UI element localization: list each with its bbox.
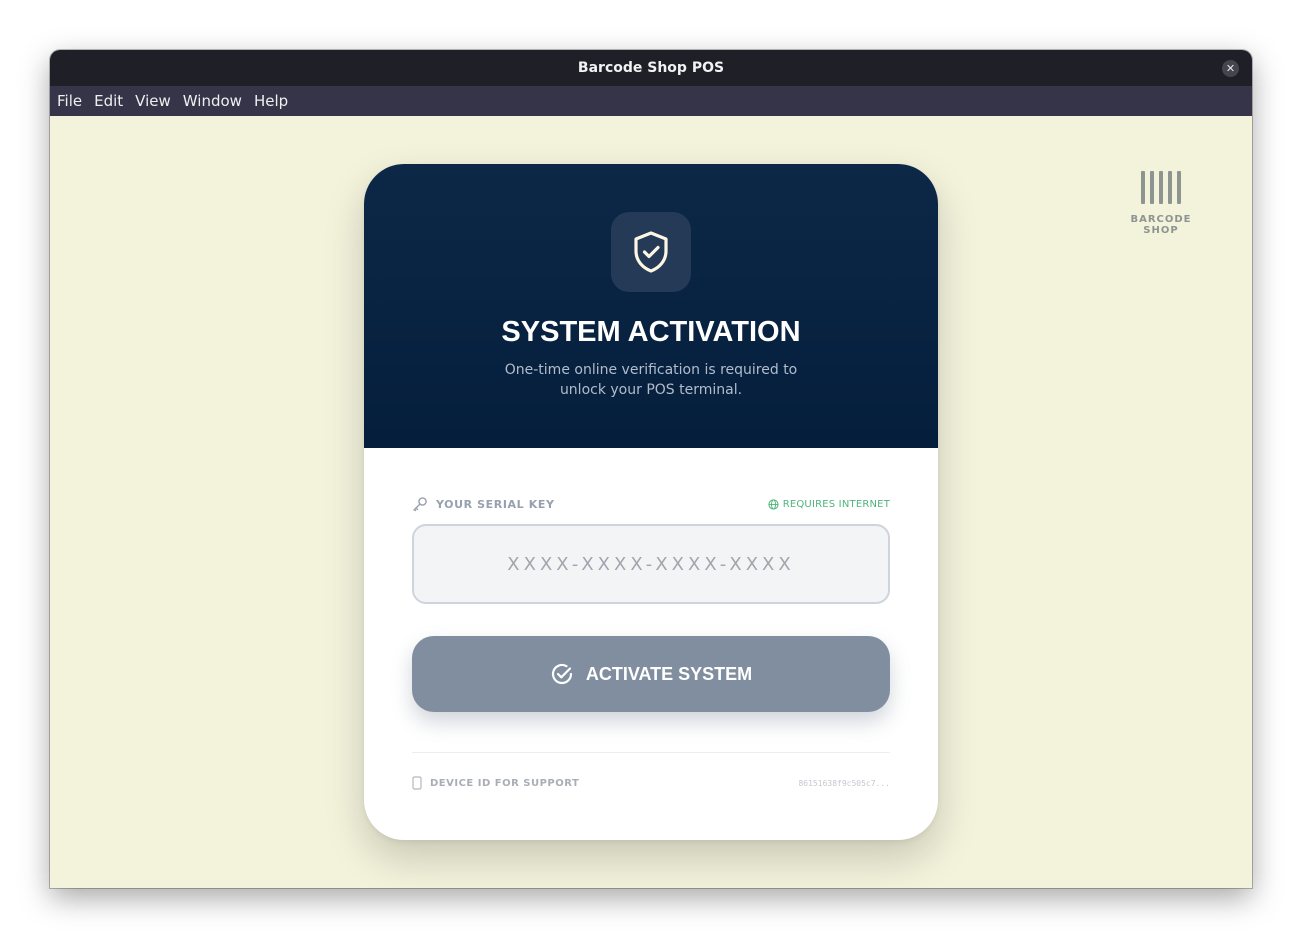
brand-label: BARCODE SHOP (1130, 214, 1192, 236)
shield-check-icon (611, 212, 691, 292)
close-button[interactable]: ✕ (1222, 60, 1239, 77)
menu-bar: File Edit View Window Help (50, 86, 1252, 116)
page-title: SYSTEM ACTIVATION (501, 316, 801, 348)
page-subtitle: One-time online verification is required… (504, 362, 798, 398)
menu-file[interactable]: File (51, 92, 88, 110)
divider (412, 752, 890, 753)
globe-icon (768, 498, 779, 510)
main-content: BARCODE SHOP SYSTEM ACTIVATION One-time … (50, 116, 1252, 888)
activate-button-label: ACTIVATE SYSTEM (585, 663, 753, 684)
barcode-icon (1116, 171, 1206, 204)
brand-logo: BARCODE SHOP (1116, 171, 1206, 236)
requires-internet-label: REQUIRES INTERNET (782, 498, 890, 510)
device-label-group: DEVICE ID FOR SUPPORT (412, 776, 579, 790)
serial-key-input[interactable] (412, 524, 890, 604)
activation-card: SYSTEM ACTIVATION One-time online verifi… (364, 164, 938, 840)
menu-view[interactable]: View (129, 92, 177, 110)
activate-system-button[interactable]: ACTIVATE SYSTEM (412, 636, 890, 712)
device-id-row: DEVICE ID FOR SUPPORT 86151638f9c505c7..… (412, 776, 890, 790)
requires-internet-badge: REQUIRES INTERNET (768, 499, 890, 510)
device-id-value[interactable]: 86151638f9c505c7... (798, 779, 890, 788)
menu-help[interactable]: Help (248, 92, 294, 110)
menu-edit[interactable]: Edit (88, 92, 129, 110)
serial-key-label: YOUR SERIAL KEY (436, 497, 555, 511)
card-header: SYSTEM ACTIVATION One-time online verifi… (364, 164, 938, 448)
app-window: Barcode Shop POS ✕ File Edit View Window… (50, 50, 1252, 888)
device-icon (412, 776, 422, 790)
window-title: Barcode Shop POS (577, 60, 725, 76)
serial-label-group: YOUR SERIAL KEY (412, 496, 555, 512)
device-id-label: DEVICE ID FOR SUPPORT (430, 777, 580, 789)
check-circle-icon (551, 663, 572, 685)
title-bar: Barcode Shop POS ✕ (50, 50, 1252, 86)
menu-window[interactable]: Window (177, 92, 248, 110)
key-icon (413, 497, 427, 512)
serial-field-header: YOUR SERIAL KEY REQUIRES INTERNET (412, 496, 890, 512)
